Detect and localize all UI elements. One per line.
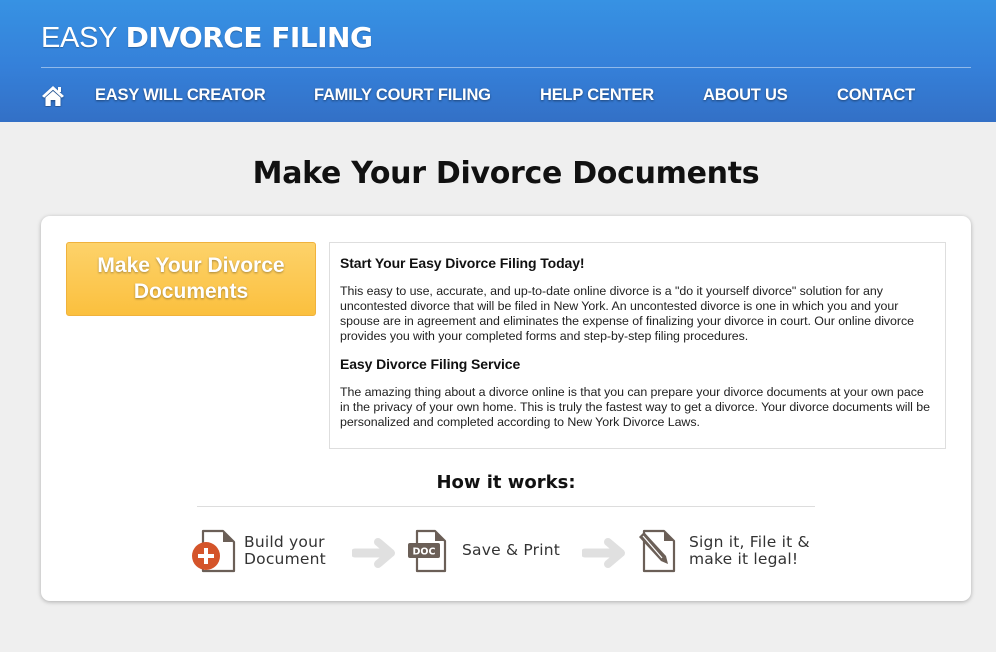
doc-file-icon: DOC	[408, 529, 447, 573]
make-documents-button[interactable]: Make Your Divorce Documents	[66, 242, 316, 316]
step-label-sign: Sign it, File it & make it legal!	[689, 534, 810, 568]
page-title: Make Your Divorce Documents	[252, 156, 760, 191]
site-logo[interactable]: EASY DIVORCE FILING	[41, 21, 373, 55]
step-sign-line1: Sign it, File it &	[689, 533, 810, 551]
site-header: EASY DIVORCE FILING EASY WILL CREATOR FA…	[0, 0, 996, 122]
info-heading-start: Start Your Easy Divorce Filing Today!	[340, 255, 585, 271]
info-paragraph-intro: This easy to use, accurate, and up-to-da…	[340, 284, 914, 343]
step-sign-file: Sign it, File it & make it legal!	[634, 528, 834, 574]
nav-easy-will-creator[interactable]: EASY WILL CREATOR	[95, 86, 266, 105]
info-box: Start Your Easy Divorce Filing Today! Th…	[329, 242, 946, 449]
step-label-build: Build your Document	[244, 534, 326, 568]
step-save-print: DOC Save & Print	[407, 528, 577, 574]
doc-badge-text: DOC	[413, 547, 436, 558]
home-icon[interactable]	[41, 85, 65, 107]
logo-light-text: EASY	[41, 22, 118, 54]
nav-family-court-filing[interactable]: FAMILY COURT FILING	[314, 86, 491, 105]
nav-help-center[interactable]: HELP CENTER	[540, 86, 654, 105]
info-paragraph-service: The amazing thing about a divorce online…	[340, 385, 930, 429]
header-divider	[41, 67, 971, 68]
step-build-document: Build your Document	[191, 528, 341, 574]
step-label-save: Save & Print	[462, 541, 561, 559]
how-it-works-divider	[197, 506, 815, 507]
step-build-line1: Build your	[244, 533, 325, 551]
logo-bold-text: DIVORCE FILING	[125, 21, 373, 54]
nav-contact[interactable]: CONTACT	[837, 86, 915, 105]
main-nav: EASY WILL CREATOR FAMILY COURT FILING HE…	[0, 82, 996, 110]
content-card: Make Your Divorce Documents Start Your E…	[41, 216, 971, 601]
arrow-right-icon	[582, 538, 625, 568]
how-it-works-title: How it works:	[436, 472, 576, 493]
nav-about-us[interactable]: ABOUT US	[703, 86, 788, 105]
sign-document-icon	[639, 529, 676, 573]
add-document-icon	[192, 529, 236, 573]
step-sign-line2: make it legal!	[689, 550, 799, 568]
arrow-right-icon	[352, 538, 395, 568]
info-heading-service: Easy Divorce Filing Service	[340, 356, 521, 372]
step-build-line2: Document	[244, 550, 326, 568]
